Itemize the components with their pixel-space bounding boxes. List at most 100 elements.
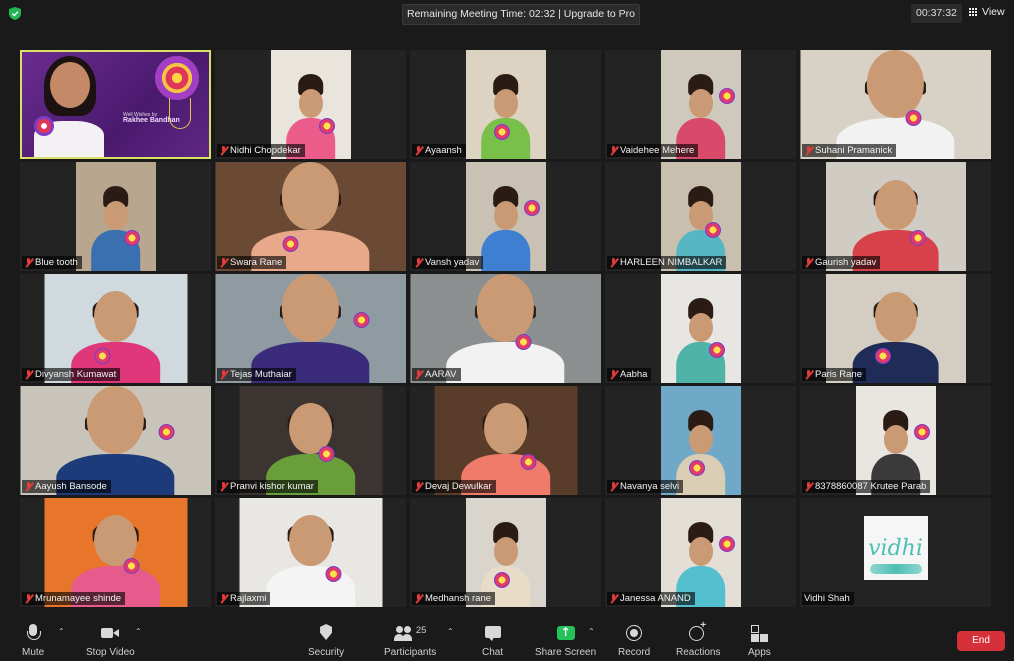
participant-tile[interactable]: Divyansh Kumawat (20, 274, 211, 383)
participant-name: Suhani Pramanick (815, 145, 893, 156)
participant-tile[interactable]: HARLEEN NIMBALKAR (605, 162, 796, 271)
participant-nameplate: Navanya selvi (607, 480, 684, 493)
participant-video (20, 386, 211, 495)
participant-video (465, 498, 546, 607)
host-card-line2: Rakhee Bandhan (123, 117, 180, 124)
participant-tile[interactable]: 8378860087 Krutee Parab (800, 386, 991, 495)
participant-tile[interactable]: Vansh yadav (410, 162, 601, 271)
participant-tile[interactable]: AARAV (410, 274, 601, 383)
participant-tile[interactable]: Devaj Dewulkar (410, 386, 601, 495)
participant-tile[interactable]: Paris Rane (800, 274, 991, 383)
participant-body (266, 565, 355, 607)
participant-tile[interactable]: Aabha (605, 274, 796, 383)
muted-mic-icon (414, 481, 423, 492)
participant-nameplate: Aabha (607, 368, 652, 381)
rakhi-icon (523, 200, 540, 216)
muted-mic-icon (414, 257, 423, 268)
participant-video (44, 274, 187, 383)
rakhi-icon (318, 446, 334, 462)
rakhi-icon (718, 88, 735, 104)
participant-tile[interactable]: Suhani Pramanick (800, 50, 991, 159)
participant-tile[interactable]: Well Wishes by Rakhee Bandhan (20, 50, 211, 159)
view-button[interactable]: View (969, 6, 1005, 18)
record-button[interactable]: Record (618, 612, 650, 658)
encryption-shield-icon[interactable] (9, 7, 21, 20)
participant-name: Aayush Bansode (35, 481, 107, 492)
participant-face (103, 201, 128, 230)
video-gallery: Well Wishes by Rakhee Bandhan Nidhi Chopde… (20, 50, 991, 607)
participant-nameplate: AARAV (412, 368, 461, 381)
microphone-icon (24, 624, 42, 642)
participant-tile[interactable]: Gaurish yadav (800, 162, 991, 271)
participant-tile[interactable]: Blue tooth (20, 162, 211, 271)
muted-mic-icon (24, 481, 33, 492)
participant-tile[interactable]: vidhi Vidhi Shah (800, 498, 991, 607)
muted-mic-icon (219, 481, 228, 492)
participant-name: HARLEEN NIMBALKAR (620, 257, 723, 268)
participant-name: Navanya selvi (620, 481, 680, 492)
participant-tile[interactable]: Pranvi kishor kumar (215, 386, 406, 495)
participant-tile[interactable]: Nidhi Chopdekar (215, 50, 406, 159)
participant-nameplate: Pranvi kishor kumar (217, 480, 318, 493)
participant-nameplate: Janessa ANAND (607, 592, 695, 605)
stop-video-label: Stop Video (86, 647, 135, 658)
audio-options-caret-icon[interactable]: ⌃ (58, 627, 65, 636)
mute-button[interactable]: Mute (22, 612, 44, 658)
participant-video (215, 162, 406, 271)
participant-tile[interactable]: Ayaansh (410, 50, 601, 159)
participant-face (688, 425, 713, 454)
participant-tile[interactable]: Janessa ANAND (605, 498, 796, 607)
chat-button[interactable]: Chat (482, 612, 503, 658)
reactions-button[interactable]: Reactions (676, 612, 720, 658)
share-screen-icon (556, 624, 575, 642)
share-options-caret-icon[interactable]: ⌃ (588, 627, 595, 636)
participant-tile[interactable]: Tejas Muthaiar (215, 274, 406, 383)
participant-face (484, 403, 527, 454)
participant-name: Vansh yadav (425, 257, 480, 268)
participant-face (688, 537, 713, 566)
participant-name: Medhansh rane (425, 593, 492, 604)
participant-name: Aabha (620, 369, 648, 380)
apps-button[interactable]: Apps (748, 612, 771, 658)
security-button[interactable]: Security (308, 612, 344, 658)
participant-video (410, 274, 601, 383)
participant-nameplate: Tejas Muthaiar (217, 368, 296, 381)
participant-name: Mrunamayee shinde (35, 593, 122, 604)
muted-mic-icon (219, 593, 228, 604)
participants-options-caret-icon[interactable]: ⌃ (447, 627, 454, 636)
rakhi-icon (520, 454, 536, 470)
share-screen-button[interactable]: Share Screen (535, 612, 596, 658)
participant-nameplate: Vidhi Shah (802, 592, 854, 605)
stop-video-button[interactable]: Stop Video (86, 612, 135, 658)
participant-tile[interactable]: Mrunamayee shinde (20, 498, 211, 607)
muted-mic-icon (609, 257, 618, 268)
participants-button[interactable]: 25 Participants (384, 612, 436, 658)
meeting-time-banner[interactable]: Remaining Meeting Time: 02:32 | Upgrade … (402, 4, 641, 25)
participant-video (75, 162, 156, 271)
participant-tile[interactable]: Navanya selvi (605, 386, 796, 495)
participant-video (215, 274, 406, 383)
end-meeting-button[interactable]: End (957, 631, 1005, 651)
participant-video (239, 498, 382, 607)
video-options-caret-icon[interactable]: ⌃ (135, 627, 142, 636)
vidhi-logo-flourish (869, 564, 922, 574)
vidhi-logo-text: vidhi (868, 536, 923, 561)
participant-nameplate: 8378860087 Krutee Parab (802, 480, 931, 493)
record-label: Record (618, 647, 651, 658)
participant-tile[interactable]: Swara Rane (215, 162, 406, 271)
participant-video (660, 386, 741, 495)
participant-tile[interactable]: Aayush Bansode (20, 386, 211, 495)
participant-tile[interactable]: Rajlaxmi (215, 498, 406, 607)
participant-video (270, 50, 351, 159)
participant-nameplate: Vansh yadav (412, 256, 484, 269)
participant-name: Devaj Dewulkar (425, 481, 492, 492)
participant-name: Rajlaxmi (230, 593, 267, 604)
participant-tile[interactable]: Medhansh rane (410, 498, 601, 607)
participant-tile[interactable]: Vaidehee Mehere (605, 50, 796, 159)
muted-mic-icon (414, 593, 423, 604)
rakhi-icon (515, 334, 531, 350)
mute-label: Mute (22, 647, 45, 658)
view-label: View (982, 6, 1005, 18)
muted-mic-icon (24, 369, 33, 380)
participant-nameplate: Gaurish yadav (802, 256, 881, 269)
